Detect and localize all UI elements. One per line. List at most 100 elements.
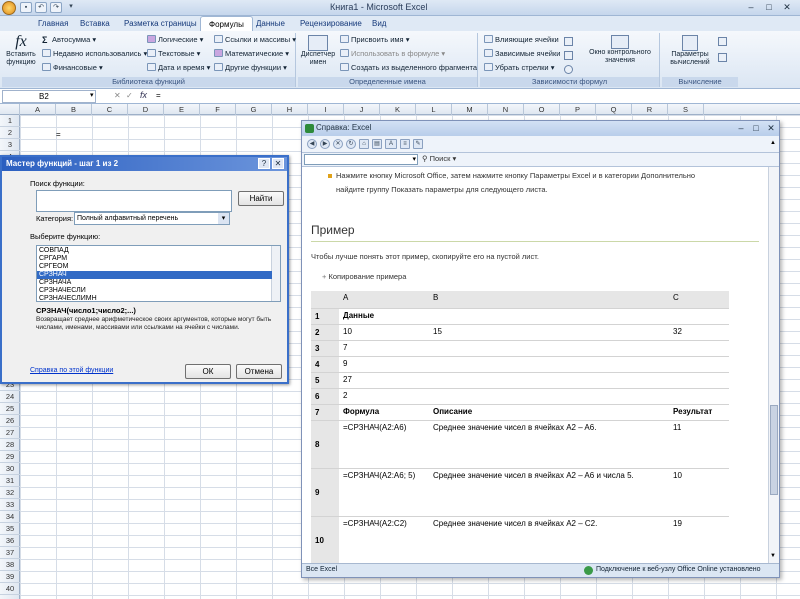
evaluate-formula-icon[interactable] [564,65,573,74]
name-box-dropdown-icon[interactable]: ▾ [90,91,94,99]
calc-options-button[interactable]: Параметры вычислений [664,35,716,67]
help-close-button[interactable]: ✕ [762,122,780,135]
define-name-button[interactable]: Присвоить имя ▾ [340,35,409,44]
office-button[interactable] [2,1,16,15]
create-from-selection-button[interactable]: Создать из выделенного фрагмента [340,63,477,72]
function-list-item[interactable]: СРГЕОМ [37,263,272,271]
help-link[interactable]: Справка по этой функции [30,367,113,374]
row-header[interactable]: 34 [0,511,20,523]
trace-precedents-button[interactable]: Влияющие ячейки [484,35,559,44]
row-header[interactable]: 31 [0,475,20,487]
maximize-button[interactable]: □ [760,1,778,14]
calc-sheet-icon[interactable] [718,53,727,62]
copy-example-link[interactable]: + Копирование примера [322,272,406,281]
tab-insert[interactable]: Вставка [72,16,118,31]
stop-icon[interactable]: ✕ [333,139,343,149]
calc-now-icon[interactable] [718,37,727,46]
row-header[interactable]: 27 [0,427,20,439]
tab-data[interactable]: Данные [248,16,293,31]
row-header[interactable]: 35 [0,523,20,535]
tab-review[interactable]: Рецензирование [292,16,370,31]
row-header[interactable]: 38 [0,559,20,571]
row-header[interactable]: 1 [0,115,20,127]
row-header[interactable]: 2 [0,127,20,139]
select-all-corner[interactable] [0,104,20,115]
watch-window-button[interactable]: Окно контрольного значения [584,35,656,65]
math-button[interactable]: Математические ▾ [214,49,289,58]
financial-button[interactable]: Финансовые ▾ [42,63,103,72]
enter-icon[interactable]: ✓ [126,91,133,100]
scroll-thumb[interactable] [770,405,778,495]
row-header[interactable]: 30 [0,463,20,475]
column-header[interactable]: Q [596,104,632,115]
column-header[interactable]: M [452,104,488,115]
list-scrollbar[interactable] [271,246,280,301]
row-header[interactable]: 36 [0,535,20,547]
tab-page-layout[interactable]: Разметка страницы [116,16,205,31]
function-list-item[interactable]: СРЗНАЧА [37,279,272,287]
column-header[interactable]: E [164,104,200,115]
column-header[interactable]: F [200,104,236,115]
column-header[interactable]: C [92,104,128,115]
insert-function-button[interactable]: fx Вставить функцию [4,33,38,77]
logical-button[interactable]: Логические ▾ [147,35,203,44]
recent-button[interactable]: Недавно использовались ▾ [42,49,147,58]
row-header[interactable]: 3 [0,139,20,151]
datetime-button[interactable]: Дата и время ▾ [147,63,210,72]
function-list-item[interactable]: СРЗНАЧ [37,271,272,279]
row-header[interactable]: 29 [0,451,20,463]
column-header[interactable]: N [488,104,524,115]
function-list-item[interactable]: СРЗНАЧЕСЛИ [37,287,272,295]
name-manager-button[interactable]: Диспетчер имен [300,35,336,67]
help-icon[interactable]: ? [258,158,270,169]
column-header[interactable]: I [308,104,344,115]
text-button[interactable]: Текстовые ▾ [147,49,200,58]
forward-icon[interactable]: ▶ [320,139,330,149]
more-functions-button[interactable]: Другие функции ▾ [214,63,287,72]
column-header[interactable]: H [272,104,308,115]
row-header[interactable]: 33 [0,499,20,511]
formula-input[interactable]: = [156,90,161,102]
close-icon[interactable]: ✕ [272,158,284,169]
cell-b2[interactable]: = [56,130,61,139]
column-header[interactable]: P [560,104,596,115]
find-button[interactable]: Найти [238,191,284,206]
lookup-button[interactable]: Ссылки и массивы ▾ [214,35,296,44]
row-header[interactable]: 28 [0,439,20,451]
pin-icon[interactable]: ✎ [413,139,423,149]
function-list-item[interactable]: СРЗНАЧЕСЛИМН [37,295,272,301]
tab-formulas[interactable]: Формулы [200,16,253,31]
autosum-button[interactable]: Σ Автосумма ▾ [42,35,96,45]
scroll-down-icon[interactable]: ▼ [770,553,776,559]
use-in-formula-button[interactable]: Использовать в формуле ▾ [340,49,445,58]
fx-icon[interactable]: fx [140,90,147,100]
redo-icon[interactable]: ↷ [50,2,62,13]
row-header[interactable]: 25 [0,403,20,415]
column-header[interactable]: D [128,104,164,115]
row-header[interactable]: 39 [0,571,20,583]
ok-button[interactable]: ОК [185,364,231,379]
column-header[interactable]: K [380,104,416,115]
undo-icon[interactable]: ↶ [35,2,47,13]
function-list[interactable]: СОВПАД СРГАРМ СРГЕОМ СРЗНАЧ СРЗНАЧА СРЗНАЧЕСЛ… [36,245,281,302]
cancel-icon[interactable]: ✕ [114,91,121,100]
status-connection[interactable]: Подключение к веб-узлу Office Online уст… [596,566,761,573]
refresh-icon[interactable]: ↻ [346,139,356,149]
close-button[interactable]: ✕ [778,1,796,14]
help-search-input[interactable]: ▾ [304,154,418,165]
scroll-up-icon[interactable]: ▲ [770,140,778,150]
name-box[interactable]: B2 [2,90,96,103]
category-select[interactable]: Полный алфавитный перечень ▾ [74,212,230,225]
column-header[interactable]: R [632,104,668,115]
function-list-item[interactable]: СОВПАД [37,247,272,255]
column-header[interactable]: S [668,104,704,115]
error-check-icon[interactable] [564,51,573,60]
row-header[interactable]: 37 [0,547,20,559]
row-header[interactable]: 40 [0,583,20,595]
trace-dependents-button[interactable]: Зависимые ячейки [484,49,560,58]
home-icon[interactable]: ⌂ [359,139,369,149]
row-header[interactable]: 24 [0,391,20,403]
row-header[interactable]: 32 [0,487,20,499]
column-header[interactable]: B [56,104,92,115]
save-icon[interactable]: ▪ [20,2,32,13]
